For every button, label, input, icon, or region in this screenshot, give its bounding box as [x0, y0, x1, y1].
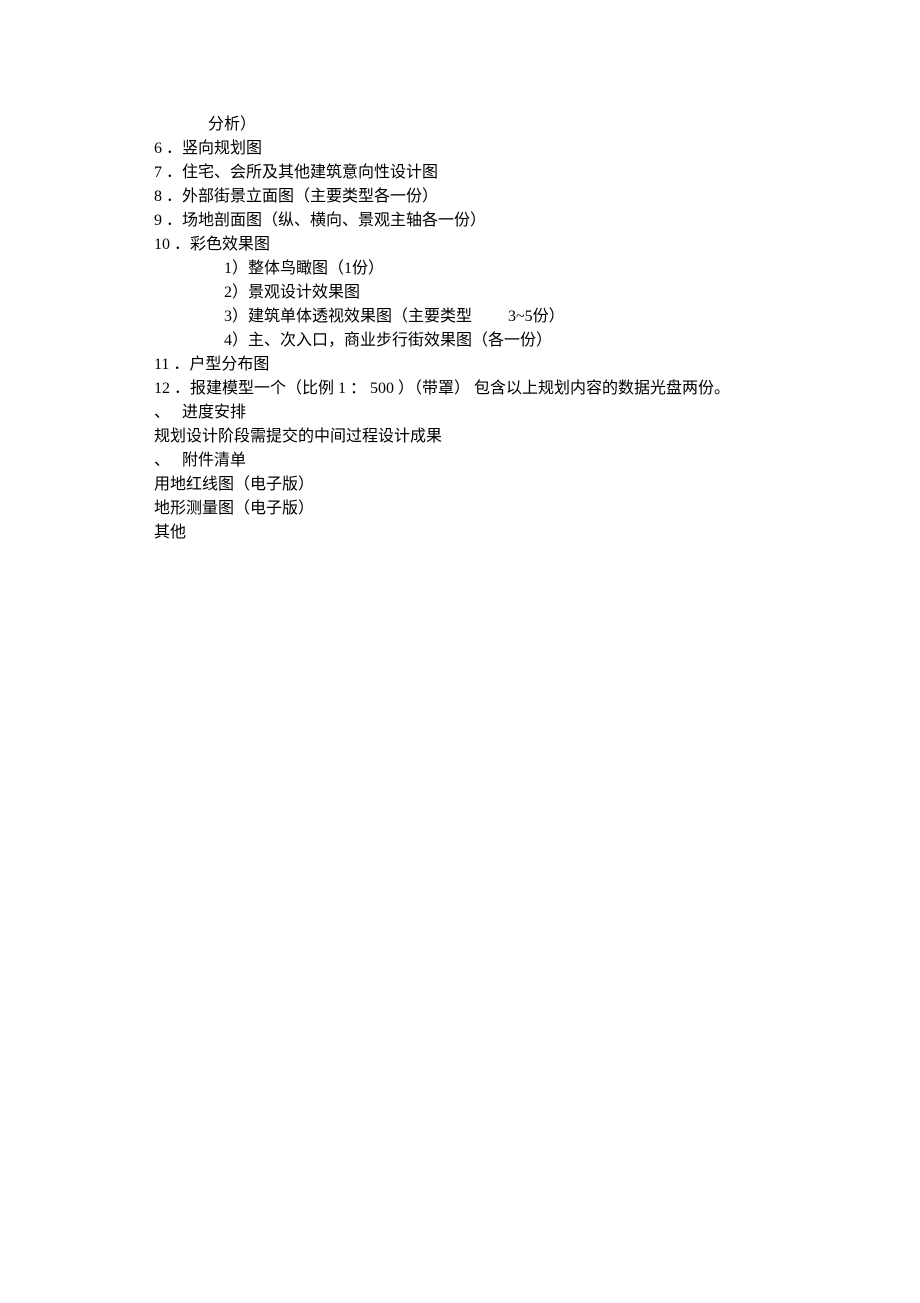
document-page: 分析） 6 ．竖向规划图 7 ．住宅、会所及其他建筑意向性设计图 8 ．外部街景…	[0, 0, 920, 1303]
text-line: 用地红线图（电子版）	[154, 473, 794, 497]
heading-text: 附件清单	[182, 452, 246, 469]
sub-list-item: 2）景观设计效果图	[154, 281, 794, 305]
item-number: 6 ．	[154, 137, 182, 161]
item-text: 3）建筑单体透视效果图（主要类型	[224, 308, 472, 325]
bullet: 、	[154, 449, 182, 473]
list-item: 7 ．住宅、会所及其他建筑意向性设计图	[154, 161, 794, 185]
item-text: 住宅、会所及其他建筑意向性设计图	[182, 164, 438, 181]
item-text: 户型分布图	[189, 356, 269, 373]
list-item: 12 ．报建模型一个（比例 1 ： 500 ）（带罩） 包含以上规划内容的数据光…	[154, 377, 794, 401]
item-text: 外部街景立面图（主要类型各一份）	[182, 188, 438, 205]
item-number: 8 ．	[154, 185, 182, 209]
list-item: 8 ．外部街景立面图（主要类型各一份）	[154, 185, 794, 209]
item-text: 竖向规划图	[182, 140, 262, 157]
text: 规划设计阶段需提交的中间过程设计成果	[154, 428, 442, 445]
item-text: 4）主、次入口，商业步行街效果图（各一份）	[224, 332, 552, 349]
text-line: 地形测量图（电子版）	[154, 497, 794, 521]
item-text: 3~5份）	[508, 308, 565, 325]
list-item: 11 ．户型分布图	[154, 353, 794, 377]
text-line: 其他	[154, 521, 794, 545]
item-number: 10 ．	[154, 233, 190, 257]
bullet: 、	[154, 401, 182, 425]
section-heading: 、附件清单	[154, 449, 794, 473]
text: 分析）	[208, 116, 256, 133]
text: 其他	[154, 524, 186, 541]
text-line: 分析）	[154, 113, 794, 137]
sub-list-item: 1）整体鸟瞰图（1份）	[154, 257, 794, 281]
text: 用地红线图（电子版）	[154, 476, 314, 493]
text-line: 规划设计阶段需提交的中间过程设计成果	[154, 425, 794, 449]
item-text: 1）整体鸟瞰图（1份）	[224, 260, 384, 277]
item-text: 2）景观设计效果图	[224, 284, 360, 301]
list-item: 9 ．场地剖面图（纵、横向、景观主轴各一份）	[154, 209, 794, 233]
sub-list-item: 3）建筑单体透视效果图（主要类型 3~5份）	[154, 305, 794, 329]
item-number: 9 ．	[154, 209, 182, 233]
text: 地形测量图（电子版）	[154, 500, 314, 517]
sub-list-item: 4）主、次入口，商业步行街效果图（各一份）	[154, 329, 794, 353]
section-heading: 、进度安排	[154, 401, 794, 425]
document-body: 分析） 6 ．竖向规划图 7 ．住宅、会所及其他建筑意向性设计图 8 ．外部街景…	[154, 113, 794, 545]
item-text: 报建模型一个（比例 1 ： 500 ）（带罩） 包含以上规划内容的数据光盘两份。	[190, 380, 730, 397]
item-number: 12 ．	[154, 377, 190, 401]
list-item: 10 ．彩色效果图	[154, 233, 794, 257]
item-text: 彩色效果图	[190, 236, 270, 253]
item-number: 7 ．	[154, 161, 182, 185]
heading-text: 进度安排	[182, 404, 246, 421]
item-text: 场地剖面图（纵、横向、景观主轴各一份）	[182, 212, 486, 229]
item-number: 11 ．	[154, 353, 189, 377]
list-item: 6 ．竖向规划图	[154, 137, 794, 161]
